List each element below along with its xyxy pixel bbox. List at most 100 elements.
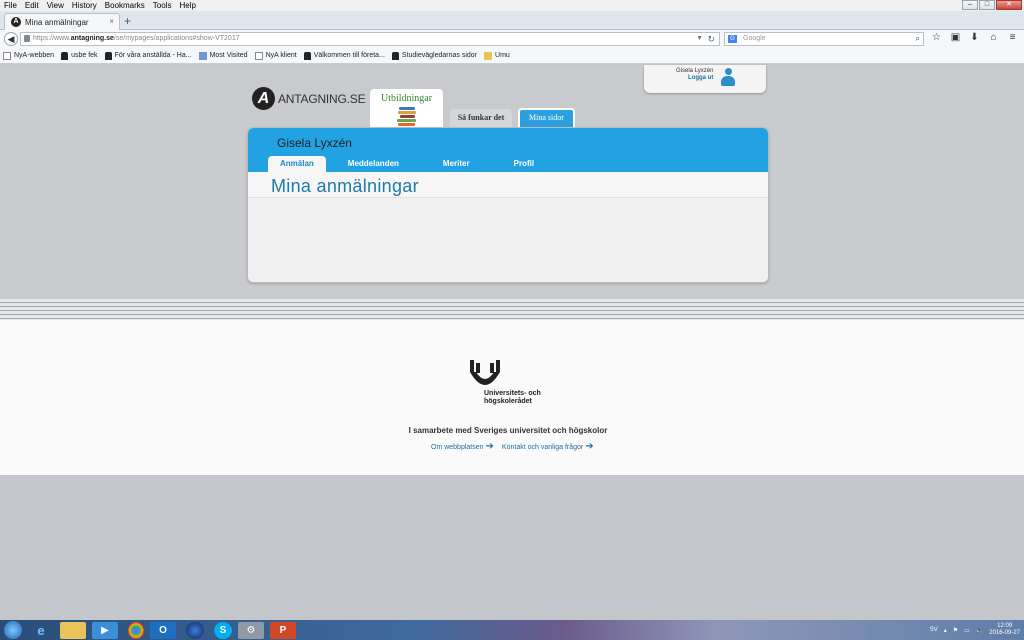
bookmark-item[interactable]: För våra anställda - Ha...	[104, 51, 192, 60]
internet-explorer-icon[interactable]: e	[28, 622, 54, 639]
panel-title-band: Mina anmälningar	[248, 172, 768, 198]
volume-icon[interactable]: 🔈	[976, 627, 983, 634]
system-tray: SV ▴ ⚑ ▭ 🔈 12:09 2016-09-27	[930, 620, 1020, 640]
reading-list-icon[interactable]: ▣	[949, 32, 962, 43]
user-avatar-icon	[721, 68, 735, 86]
hat-icon	[104, 51, 112, 60]
user-box: Gisela Lyxzén Logga ut	[644, 65, 766, 93]
tab-utbildningar[interactable]: Utbildningar	[370, 89, 443, 128]
subtab-meriter[interactable]: Meriter	[421, 156, 492, 172]
my-pages-panel: Gisela Lyxzén Anmälan Meddelanden Merite…	[247, 127, 769, 283]
url-domain: antagning.se	[70, 35, 114, 42]
site-logo[interactable]: A ANTAGNING.SE	[252, 87, 366, 110]
language-indicator[interactable]: SV	[930, 627, 938, 633]
tab-sa-funkar-det[interactable]: Så funkar det	[450, 109, 512, 127]
outlook-icon[interactable]: O	[150, 621, 176, 639]
panel-user-name: Gisela Lyxzén	[277, 136, 352, 150]
user-name: Gisela Lyxzén	[676, 68, 714, 74]
menu-hamburger-icon[interactable]: ≡	[1006, 32, 1019, 43]
reload-icon[interactable]: ↻	[707, 33, 715, 45]
subtab-anmalan[interactable]: Anmälan	[268, 156, 326, 172]
bookmark-item[interactable]: Umu	[484, 51, 510, 60]
panel-header: Gisela Lyxzén Anmälan Meddelanden Merite…	[248, 128, 768, 172]
subtabs: Anmälan Meddelanden Meriter Profil	[268, 156, 556, 172]
bookmark-item[interactable]: NyA klient	[254, 51, 297, 60]
firefox-icon[interactable]	[186, 621, 204, 639]
flag-icon[interactable]: ⚑	[953, 627, 958, 634]
menu-file[interactable]: File	[0, 0, 21, 11]
hat-icon	[303, 51, 311, 60]
tab-utbildningar-label: Utbildningar	[380, 93, 433, 104]
search-bar[interactable]: G Google ⌕	[724, 32, 924, 46]
bookmark-item[interactable]: usbe fek	[61, 51, 98, 60]
network-icon[interactable]: ▭	[964, 627, 970, 634]
page-title: Mina anmälningar	[271, 176, 419, 196]
search-icon[interactable]: ⌕	[916, 33, 920, 45]
search-placeholder: Google	[743, 35, 766, 42]
home-icon[interactable]: ⌂	[987, 32, 1000, 43]
window-controls: – □ ✕	[962, 0, 1022, 10]
about-link[interactable]: Om webbplatsen ➔	[431, 441, 494, 452]
file-explorer-icon[interactable]	[60, 621, 86, 639]
tab-strip: A Mina anmälningar × +	[0, 11, 1024, 30]
navigation-bar: ◀ https://www.antagning.se/se/mypages/ap…	[0, 30, 1024, 48]
contact-link[interactable]: Kontakt och vanliga frågor ➔	[502, 441, 594, 452]
footer-links: Om webbplatsen ➔ Kontakt och vanliga fråg…	[431, 441, 594, 452]
bookmark-item[interactable]: Studievägledarnas sidor	[391, 51, 477, 60]
books-icon	[396, 107, 417, 127]
google-icon[interactable]: G	[728, 35, 737, 43]
tray-arrow-icon[interactable]: ▴	[944, 627, 947, 634]
url-dropdown-icon[interactable]: ▼	[696, 33, 703, 45]
separator-stripes	[0, 299, 1024, 320]
bookmark-item[interactable]: Välkommen till företa...	[303, 51, 385, 60]
bookmark-item[interactable]: NyA-webben	[3, 51, 54, 60]
subtab-profil[interactable]: Profil	[492, 156, 556, 172]
antagning-favicon-icon: A	[11, 17, 21, 27]
logo-mark: A	[252, 87, 275, 110]
maximize-button[interactable]: □	[979, 0, 995, 10]
menu-edit[interactable]: Edit	[21, 0, 43, 11]
subtab-meddelanden[interactable]: Meddelanden	[326, 156, 421, 172]
chrome-icon[interactable]	[128, 621, 144, 639]
bookmark-item[interactable]: Most Visited	[198, 51, 248, 60]
menu-help[interactable]: Help	[175, 0, 199, 11]
logout-link[interactable]: Logga ut	[688, 75, 713, 81]
start-button-icon[interactable]	[4, 621, 22, 639]
hat-icon	[391, 51, 399, 60]
lock-icon	[24, 35, 30, 42]
menu-bookmarks[interactable]: Bookmarks	[101, 0, 149, 11]
uhr-logo-icon	[470, 360, 500, 385]
tab-mina-sidor[interactable]: Mina sidor	[518, 108, 575, 128]
logo-text: ANTAGNING.SE	[278, 91, 366, 106]
folder-icon	[484, 51, 493, 60]
settings-icon[interactable]: ⚙	[238, 621, 264, 639]
new-tab-button[interactable]: +	[124, 14, 131, 28]
download-icon[interactable]: ⬇	[968, 32, 981, 43]
uhr-name: Universitets- och högskolerådet	[484, 390, 541, 405]
menu-bar: File Edit View History Bookmarks Tools H…	[0, 0, 1024, 11]
menu-view[interactable]: View	[43, 0, 68, 11]
bookmarks-bar: NyA-webben usbe fek För våra anställda -…	[0, 48, 1024, 64]
tab-close-icon[interactable]: ×	[109, 17, 114, 26]
globe-icon	[198, 51, 207, 60]
taskbar: e ▶ O S ⚙ P SV ▴ ⚑ ▭ 🔈 12:09 2016-09-27	[0, 620, 1024, 640]
arrow-right-icon: ➔	[485, 441, 494, 452]
footer: Universitets- och högskolerådet I samarb…	[0, 320, 1024, 475]
clock[interactable]: 12:09 2016-09-27	[989, 623, 1020, 637]
hat-icon	[61, 51, 69, 60]
url-bar[interactable]: https://www.antagning.se/se/mypages/appl…	[20, 32, 720, 46]
tab-title: Mina anmälningar	[25, 17, 89, 27]
browser-tab-active[interactable]: A Mina anmälningar ×	[4, 13, 120, 30]
page-bottom-background	[0, 475, 1024, 620]
back-button[interactable]: ◀	[4, 32, 18, 46]
close-window-button[interactable]: ✕	[996, 0, 1022, 10]
minimize-button[interactable]: –	[962, 0, 978, 10]
menu-tools[interactable]: Tools	[149, 0, 176, 11]
skype-icon[interactable]: S	[214, 621, 232, 639]
media-player-icon[interactable]: ▶	[92, 621, 118, 639]
page-icon	[254, 51, 263, 60]
powerpoint-icon[interactable]: P	[270, 621, 296, 639]
bookmark-star-icon[interactable]: ☆	[930, 32, 943, 43]
toolbar-icons: ☆ ▣ ⬇ ⌂ ≡	[930, 32, 1019, 43]
menu-history[interactable]: History	[68, 0, 101, 11]
